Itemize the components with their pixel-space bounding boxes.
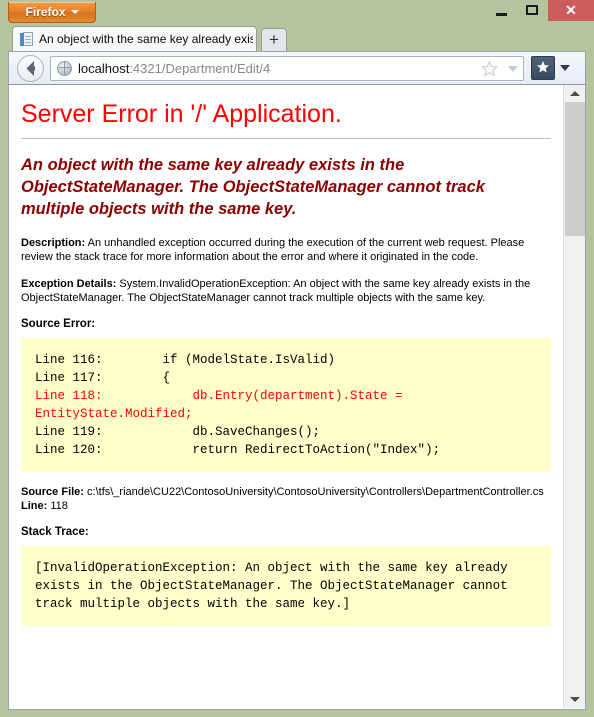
chevron-down-icon bbox=[70, 9, 79, 14]
page-title: Server Error in '/' Application. bbox=[21, 100, 342, 128]
firefox-menu-label: Firefox bbox=[25, 5, 66, 19]
maximize-button[interactable] bbox=[518, 0, 546, 21]
source-file-info: Source File: c:\tfs\_riande\CU22\Contoso… bbox=[21, 485, 551, 513]
bookmarks-toolbar-button[interactable] bbox=[531, 56, 555, 80]
browser-tab-active[interactable]: An object with the same key already exis… bbox=[12, 26, 257, 51]
web-page-viewport: Server Error in '/' Application. An obje… bbox=[9, 85, 563, 708]
minimize-button[interactable] bbox=[487, 0, 515, 21]
exception-details-paragraph: Exception Details: System.InvalidOperati… bbox=[21, 277, 551, 305]
url-host: localhost bbox=[78, 61, 130, 76]
scrollbar-thumb[interactable] bbox=[565, 102, 585, 236]
description-text: An unhandled exception occurred during t… bbox=[21, 237, 525, 263]
maximize-icon bbox=[526, 5, 538, 15]
url-path: :4321/Department/Edit/4 bbox=[129, 61, 271, 76]
source-error-code-block: Line 116: if (ModelState.IsValid) Line 1… bbox=[21, 338, 551, 472]
url-text: localhost:4321/Department/Edit/4 bbox=[78, 57, 477, 80]
close-button[interactable]: ✕ bbox=[548, 0, 594, 21]
line-label: Line: bbox=[21, 500, 48, 512]
navigation-toolbar: localhost:4321/Department/Edit/4 bbox=[8, 51, 586, 85]
globe-icon bbox=[57, 61, 72, 76]
chevron-down-icon bbox=[570, 697, 580, 702]
bookmark-star-filled-icon bbox=[537, 61, 549, 73]
title-divider bbox=[21, 138, 551, 140]
source-file-value: c:\tfs\_riande\CU22\ContosoUniversity\Co… bbox=[83, 486, 544, 498]
chevron-up-icon bbox=[570, 91, 580, 96]
tab-strip: An object with the same key already exis… bbox=[0, 24, 594, 51]
back-arrow-icon bbox=[26, 61, 35, 76]
line-value: 118 bbox=[47, 500, 68, 512]
source-code-highlighted-line: Line 118: db.Entry(department).State = E… bbox=[35, 389, 411, 421]
new-tab-button[interactable]: + bbox=[261, 28, 287, 51]
source-code-after: Line 119: db.SaveChanges(); Line 120: re… bbox=[35, 425, 441, 457]
description-label: Description: bbox=[21, 237, 86, 249]
source-code-before: Line 116: if (ModelState.IsValid) Line 1… bbox=[35, 353, 336, 385]
stack-trace-code-block: [InvalidOperationException: An object wi… bbox=[21, 546, 551, 626]
url-bar[interactable]: localhost:4321/Department/Edit/4 bbox=[50, 56, 524, 81]
browser-window: Firefox ✕ An object with the same key al… bbox=[0, 0, 594, 717]
bookmark-star-icon[interactable] bbox=[480, 60, 499, 78]
vertical-scrollbar[interactable] bbox=[563, 85, 585, 708]
description-paragraph: Description: An unhandled exception occu… bbox=[21, 236, 551, 264]
firefox-menu-button[interactable]: Firefox bbox=[8, 2, 96, 23]
exception-message: An object with the same key already exis… bbox=[21, 156, 485, 218]
close-icon: ✕ bbox=[565, 2, 577, 18]
bookmarks-dropdown-icon[interactable] bbox=[560, 65, 570, 71]
scrollbar-up-button[interactable] bbox=[564, 85, 585, 102]
back-button[interactable] bbox=[17, 55, 44, 82]
minimize-icon bbox=[496, 13, 507, 16]
exception-details-label: Exception Details: bbox=[21, 278, 117, 290]
tab-title: An object with the same key already exis… bbox=[39, 32, 253, 46]
error-page: Server Error in '/' Application. An obje… bbox=[9, 85, 563, 626]
content-frame: Server Error in '/' Application. An obje… bbox=[8, 85, 586, 710]
scrollbar-down-button[interactable] bbox=[564, 691, 585, 708]
source-file-label: Source File: bbox=[21, 486, 84, 498]
urlbar-dropdown-icon[interactable] bbox=[508, 66, 518, 72]
page-favicon-icon bbox=[20, 32, 33, 47]
stack-trace-heading: Stack Trace: bbox=[21, 526, 89, 538]
title-bar: Firefox ✕ bbox=[0, 0, 594, 24]
source-error-heading: Source Error: bbox=[21, 318, 96, 330]
